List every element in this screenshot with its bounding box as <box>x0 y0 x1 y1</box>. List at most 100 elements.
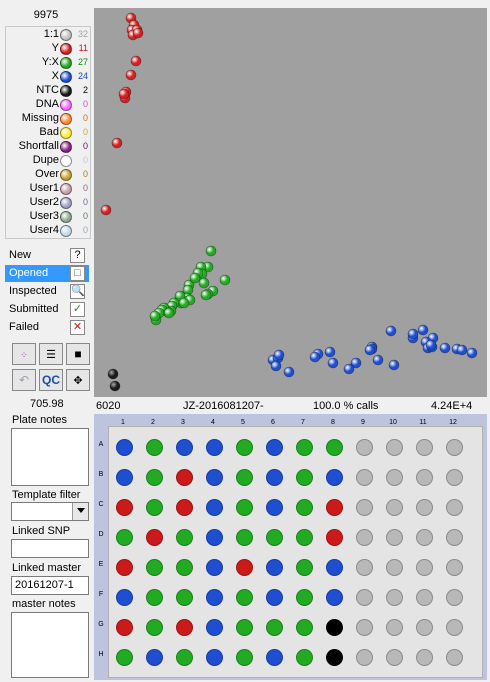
scatter-canvas[interactable] <box>94 8 487 397</box>
scatter-point-red[interactable] <box>125 69 137 81</box>
legend-item[interactable]: 1:1 32 <box>6 28 92 42</box>
scatter-point-blue[interactable] <box>270 360 282 372</box>
plate-well[interactable] <box>325 618 343 636</box>
plate-well[interactable] <box>445 498 463 516</box>
plate-well[interactable] <box>445 618 463 636</box>
plate-well[interactable] <box>445 558 463 576</box>
legend-item[interactable]: User3 0 <box>6 210 92 224</box>
scatter-point-blue[interactable] <box>417 324 429 336</box>
scatter-point-green[interactable] <box>163 307 175 319</box>
scatter-point-blue[interactable] <box>466 347 478 359</box>
plate-well[interactable] <box>295 588 313 606</box>
scatter-point-blue[interactable] <box>439 342 451 354</box>
plate-well[interactable] <box>175 468 193 486</box>
scatter-point-blue[interactable] <box>364 344 376 356</box>
legend-item[interactable]: Missing 0 <box>6 112 92 126</box>
plate-well[interactable] <box>205 498 223 516</box>
status-item-new[interactable]: New? <box>5 247 89 264</box>
plate-well[interactable] <box>325 468 343 486</box>
plate-well[interactable] <box>445 648 463 666</box>
plate-well[interactable] <box>445 588 463 606</box>
scatter-point-green[interactable] <box>200 289 212 301</box>
scatter-point-green[interactable] <box>219 274 231 286</box>
plate-well[interactable] <box>205 618 223 636</box>
scatter-point-blue[interactable] <box>385 325 397 337</box>
plate-well[interactable] <box>355 438 373 456</box>
plate-well[interactable] <box>265 468 283 486</box>
plate-well[interactable] <box>265 498 283 516</box>
plate-well[interactable] <box>205 648 223 666</box>
plate-well[interactable] <box>385 558 403 576</box>
scatter-point-black[interactable] <box>109 380 121 392</box>
legend-item[interactable]: Y:X 27 <box>6 56 92 70</box>
plate-well[interactable] <box>145 438 163 456</box>
adjust-settings-button[interactable]: ☰ <box>39 343 63 365</box>
plate-well[interactable] <box>385 648 403 666</box>
scatter-point-red[interactable] <box>100 204 112 216</box>
legend-item[interactable]: X 24 <box>6 70 92 84</box>
plate-well[interactable] <box>385 438 403 456</box>
snapshot-button[interactable]: ■ <box>66 343 90 365</box>
scatter-point-green[interactable] <box>205 245 217 257</box>
plate-well[interactable] <box>415 618 433 636</box>
plate-well[interactable] <box>265 648 283 666</box>
scatter-point-red[interactable] <box>118 88 130 100</box>
plate-well[interactable] <box>235 528 253 546</box>
plate-well[interactable] <box>325 648 343 666</box>
cluster-scatter-plot[interactable] <box>94 8 487 397</box>
plate-well[interactable] <box>325 438 343 456</box>
legend-item[interactable]: Dupe 0 <box>6 154 92 168</box>
plate-well[interactable] <box>115 558 133 576</box>
plate-notes-field[interactable] <box>11 428 89 486</box>
plate-well[interactable] <box>325 588 343 606</box>
plate-well[interactable] <box>205 558 223 576</box>
plate-well[interactable] <box>415 648 433 666</box>
plate-well[interactable] <box>385 618 403 636</box>
master-notes-field[interactable] <box>11 612 89 678</box>
plate-well[interactable] <box>415 438 433 456</box>
plate-well[interactable] <box>115 648 133 666</box>
plate-well[interactable] <box>235 618 253 636</box>
plate-well[interactable] <box>355 648 373 666</box>
legend-item[interactable]: Over 0 <box>6 168 92 182</box>
plate-well[interactable] <box>295 528 313 546</box>
plate-well[interactable] <box>445 528 463 546</box>
plate-well[interactable] <box>145 498 163 516</box>
scatter-point-blue[interactable] <box>327 357 339 369</box>
plate-well[interactable] <box>205 588 223 606</box>
linked-snp-field[interactable] <box>11 539 89 558</box>
status-item-submitted[interactable]: Submitted ✓ <box>5 301 89 318</box>
scatter-point-blue[interactable] <box>309 351 321 363</box>
plate-well[interactable] <box>385 528 403 546</box>
plate-well[interactable] <box>145 528 163 546</box>
scatter-point-red[interactable] <box>132 27 144 39</box>
plate-well[interactable] <box>145 588 163 606</box>
scatter-point-blue[interactable] <box>283 366 295 378</box>
template-filter-select[interactable] <box>11 502 89 521</box>
legend-item[interactable]: User1 0 <box>6 182 92 196</box>
plate-well[interactable] <box>295 498 313 516</box>
scatter-point-green[interactable] <box>178 297 190 309</box>
plate-well[interactable] <box>235 438 253 456</box>
plate-well[interactable] <box>235 648 253 666</box>
scatter-point-red[interactable] <box>130 55 142 67</box>
plate-well[interactable] <box>205 438 223 456</box>
plate-well[interactable] <box>415 468 433 486</box>
plate-well[interactable] <box>265 438 283 456</box>
scatter-point-blue[interactable] <box>324 346 336 358</box>
status-item-failed[interactable]: Failed ✕ <box>5 319 89 336</box>
scatter-point-blue[interactable] <box>343 363 355 375</box>
plate-well[interactable] <box>355 618 373 636</box>
plate-well[interactable] <box>265 558 283 576</box>
scatter-point-blue[interactable] <box>425 339 437 351</box>
plate-well[interactable] <box>445 468 463 486</box>
plate-well[interactable] <box>415 588 433 606</box>
plate-well[interactable] <box>355 528 373 546</box>
plate-well[interactable] <box>235 498 253 516</box>
plate-well[interactable] <box>115 438 133 456</box>
scatter-point-green[interactable] <box>189 272 201 284</box>
plate-well[interactable] <box>115 498 133 516</box>
cluster-view-button[interactable]: ⁘ <box>12 343 36 365</box>
plate-well[interactable] <box>385 588 403 606</box>
plate-well[interactable] <box>115 468 133 486</box>
